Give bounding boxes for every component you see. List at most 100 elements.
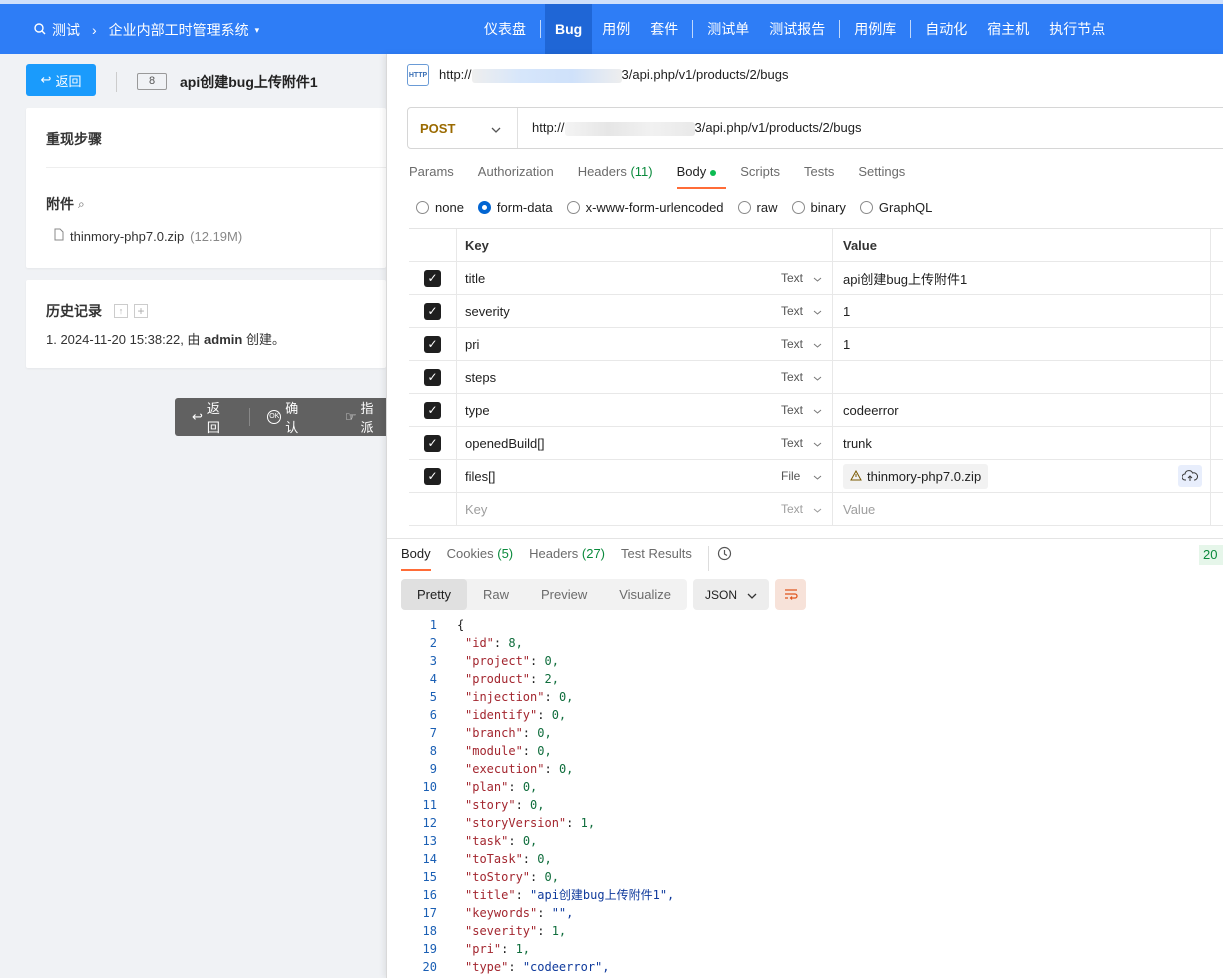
row-checkbox[interactable]: ✓ [409,328,457,360]
tab-scripts[interactable]: Scripts [740,164,780,189]
tab-authorization[interactable]: Authorization [478,164,554,189]
row-checkbox[interactable]: ✓ [409,460,457,492]
attachment-name[interactable]: thinmory-php7.0.zip [70,229,184,244]
expand-icon[interactable]: + [134,304,148,318]
key-cell[interactable]: severity [457,304,771,319]
crumb-project[interactable]: 测试 [52,20,80,40]
type-select[interactable]: Text [771,394,833,426]
type-select[interactable]: Text [771,328,833,360]
main-nav: 仪表盘 Bug 用例 套件 测试单 测试报告 用例库 自动化 宿主机 执行节点 [474,4,1115,54]
view-pretty[interactable]: Pretty [401,579,467,610]
nav-case[interactable]: 用例 [592,4,640,54]
view-mode-group: Pretty Raw Preview Visualize [401,579,688,610]
resp-tab-cookies[interactable]: Cookies (5) [447,546,513,571]
value-cell[interactable]: codeerror [833,394,1211,426]
method-select[interactable]: POST [408,108,518,148]
new-key-input[interactable]: Key [457,502,771,517]
key-cell[interactable]: title [457,271,771,286]
key-cell[interactable]: openedBuild[] [457,436,771,451]
key-cell[interactable]: pri [457,337,771,352]
key-cell[interactable]: steps [457,370,771,385]
row-checkbox[interactable]: ✓ [409,262,457,294]
body-type-form-data[interactable]: form-data [477,200,553,215]
history-user: admin [204,332,243,347]
type-select[interactable]: Text [771,427,833,459]
cloud-upload-icon[interactable] [1178,465,1202,487]
request-name[interactable]: http://3/api.php/v1/products/2/bugs [439,67,788,83]
nav-divider [692,20,694,38]
value-cell[interactable]: trunk [833,427,1211,459]
nav-testtask[interactable]: 测试单 [697,4,759,54]
line-number: 12 [422,816,437,830]
body-type-raw[interactable]: raw [737,200,778,215]
wrap-lines-icon[interactable] [775,579,807,610]
resp-tab-body[interactable]: Body [401,546,431,571]
key-cell[interactable]: type [457,403,771,418]
back-button[interactable]: ↩ 返回 [26,64,96,96]
nav-caselib[interactable]: 用例库 [844,4,906,54]
row-checkbox[interactable]: ✓ [409,427,457,459]
nav-dashboard[interactable]: 仪表盘 [474,4,536,54]
nav-host[interactable]: 宿主机 [977,4,1039,54]
view-preview[interactable]: Preview [525,579,603,610]
row-checkbox[interactable]: ✓ [409,361,457,393]
tab-params[interactable]: Params [409,164,454,189]
checkmark-icon: ✓ [424,434,441,452]
tab-tests[interactable]: Tests [804,164,834,189]
line-number: 16 [422,888,437,902]
type-select[interactable]: Text [771,361,833,393]
new-value-input[interactable]: Value [833,493,1211,525]
view-visualize[interactable]: Visualize [603,579,687,610]
value-cell[interactable] [833,361,1211,393]
line-number: 2 [429,636,437,650]
nav-bug[interactable]: Bug [545,4,593,54]
tab-body[interactable]: Body [676,164,726,189]
body-type-none[interactable]: none [416,200,464,215]
value-cell[interactable]: api创建bug上传附件1 [833,262,1211,294]
file-chip[interactable]: thinmory-php7.0.zip [843,463,989,489]
resp-tab-test-results[interactable]: Test Results [621,546,692,571]
type-select[interactable]: Text [771,493,833,525]
value-cell[interactable]: 1 [833,328,1211,360]
type-select[interactable]: Text [771,262,833,294]
file-icon [54,228,64,244]
type-select[interactable]: File [771,460,833,492]
table-row: ✓ title Text api创建bug上传附件1 [409,262,1223,295]
toolbar-back-button[interactable]: ↩ 返回 [175,398,249,436]
checkmark-icon: ✓ [424,467,441,485]
response-json[interactable]: 1{2 "id": 8, 3 "project": 0, 4 "product": 2, 5… [387,616,1223,976]
line-number: 1 [429,618,437,632]
sort-up-icon[interactable]: ↑ [114,304,128,318]
value-cell[interactable]: 1 [833,295,1211,327]
resp-tab-headers[interactable]: Headers (27) [529,546,605,571]
search-icon[interactable] [34,22,46,38]
crumb-system[interactable]: 企业内部工时管理系统 [109,20,249,40]
attachment-item[interactable]: thinmory-php7.0.zip (12.19M) [54,228,242,244]
row-checkbox[interactable]: ✓ [409,295,457,327]
caret-down-icon[interactable]: ▾ [255,25,260,36]
tab-headers[interactable]: Headers (11) [578,164,653,189]
line-number: 5 [429,690,437,704]
history-time: 1. 2024-11-20 15:38:22, 由 [46,332,205,347]
key-cell[interactable]: files[] [457,469,771,484]
history-icon[interactable] [707,546,732,571]
format-select[interactable]: JSON [693,579,770,610]
status-code[interactable]: 20 [1199,545,1223,565]
nav-testreport[interactable]: 测试报告 [759,4,835,54]
body-type-urlencoded[interactable]: x-www-form-urlencoded [566,200,724,215]
nav-node[interactable]: 执行节点 [1039,4,1115,54]
file-value-cell[interactable]: thinmory-php7.0.zip [833,460,1211,492]
confirm-button[interactable]: OK 确认 [250,398,327,436]
request-bar: POST http://3/api.php/v1/products/2/bugs [407,107,1223,149]
tab-settings[interactable]: Settings [858,164,905,189]
assign-button[interactable]: ☞ 指派 [328,398,386,436]
body-type-binary[interactable]: binary [791,200,846,215]
view-raw[interactable]: Raw [467,579,525,610]
nav-suite[interactable]: 套件 [640,4,688,54]
url-input[interactable]: http://3/api.php/v1/products/2/bugs [518,120,861,136]
type-select[interactable]: Text [771,295,833,327]
nav-automation[interactable]: 自动化 [915,4,977,54]
body-type-graphql[interactable]: GraphQL [859,200,932,215]
row-checkbox[interactable]: ✓ [409,394,457,426]
nav-divider [910,20,912,38]
